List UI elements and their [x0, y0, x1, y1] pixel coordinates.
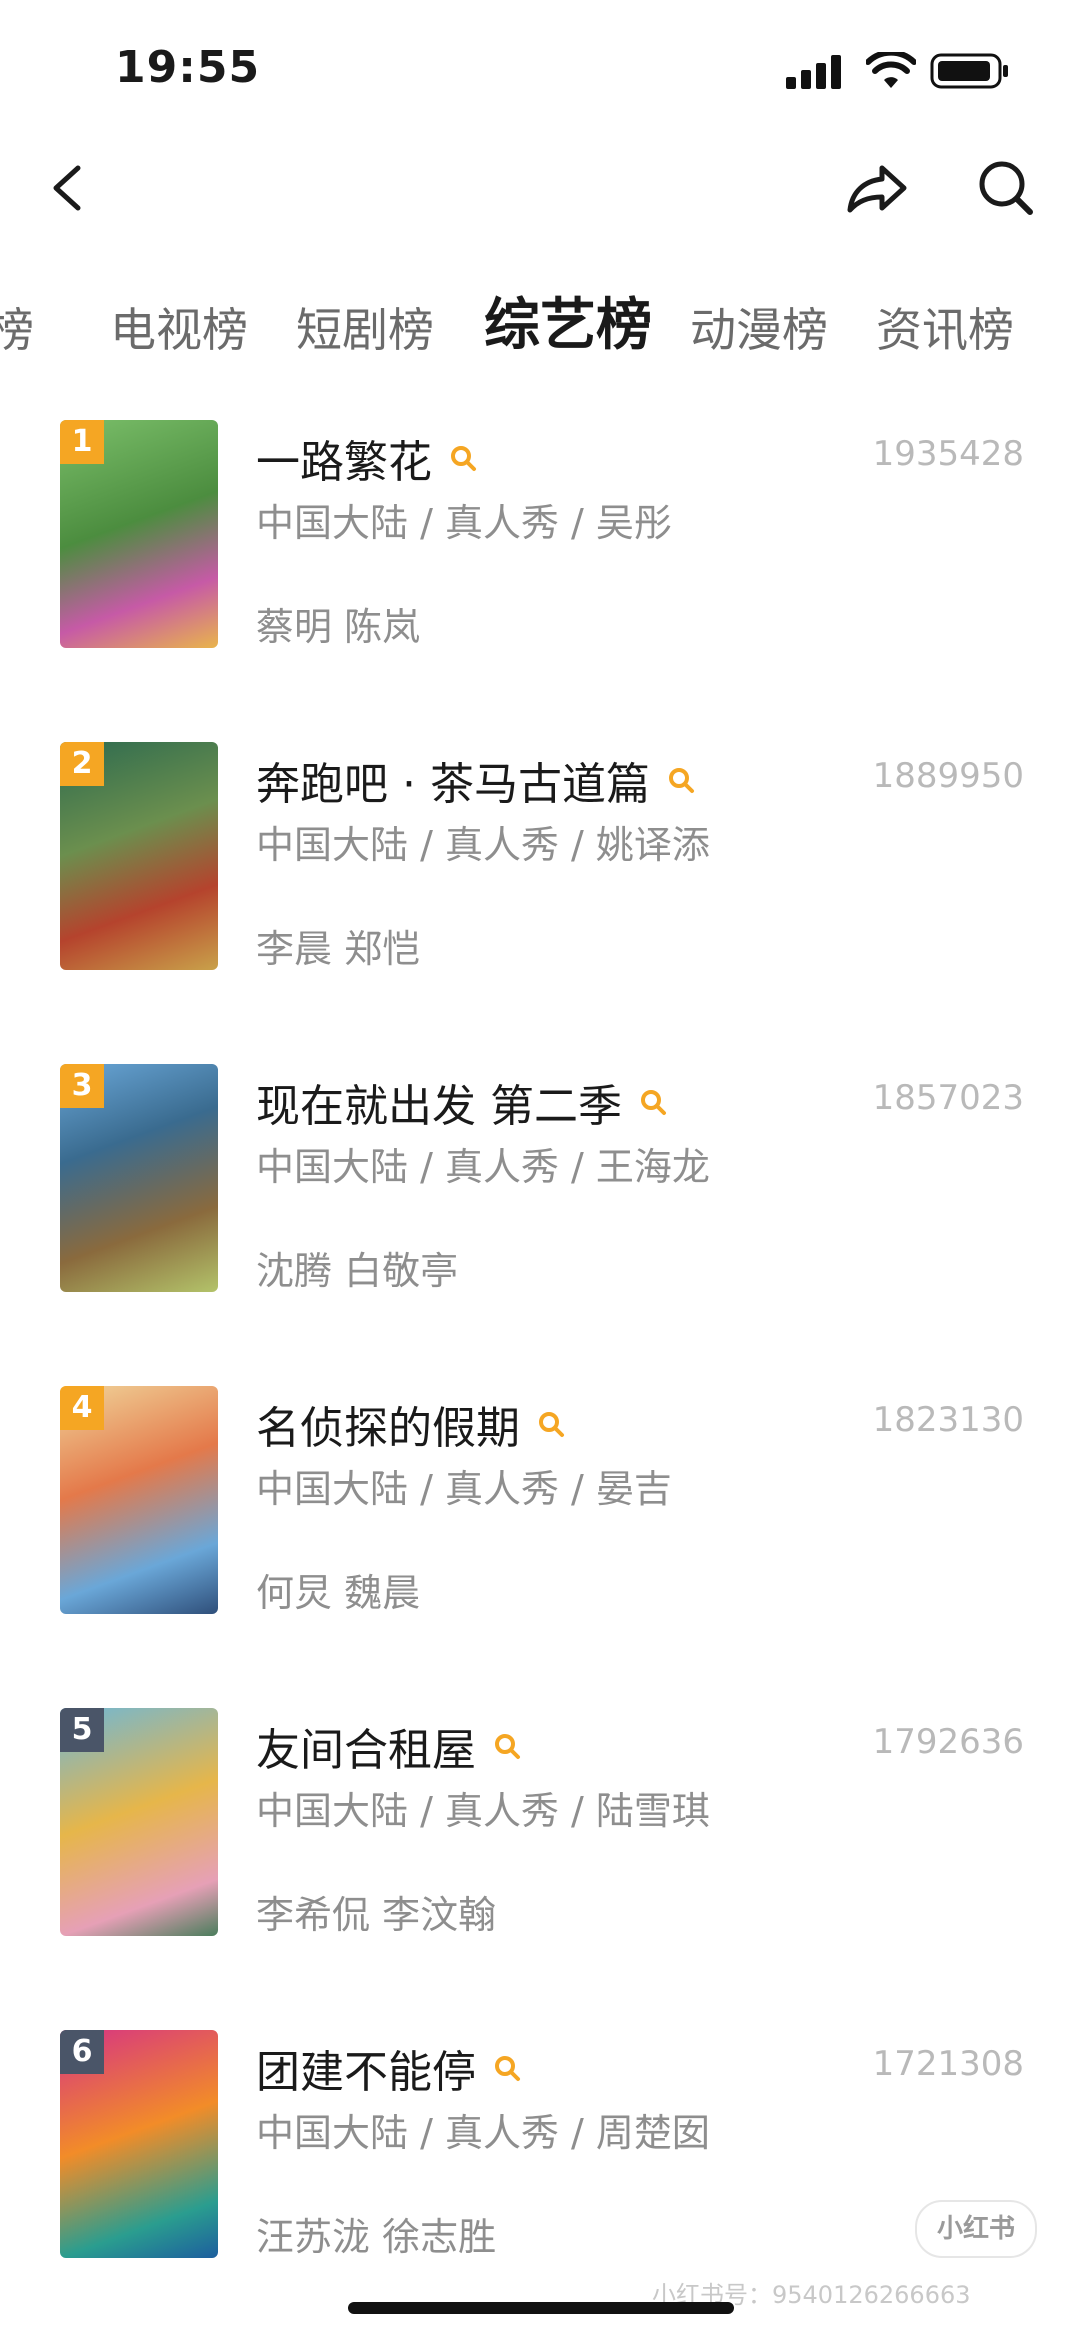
item-cast: 李晨 郑恺 — [256, 927, 421, 971]
item-cast: 沈腾 白敬亭 — [256, 1249, 459, 1293]
search-icon[interactable] — [492, 2053, 522, 2083]
poster-image: 6 — [60, 2030, 218, 2258]
heat-score: 1889950 — [872, 756, 1024, 796]
rank-badge: 2 — [60, 742, 104, 786]
share-icon[interactable] — [838, 148, 918, 228]
item-title: 友间合租屋 — [256, 1725, 476, 1776]
poster-image: 4 — [60, 1386, 218, 1614]
category-tabs: 榜 电视榜 短剧榜 综艺榜 动漫榜 资讯榜 — [0, 290, 1080, 370]
item-title: 现在就出发 第二季 — [256, 1081, 622, 1132]
item-cast: 何炅 魏晨 — [256, 1571, 421, 1615]
item-meta: 中国大陆 / 真人秀 / 王海龙 — [256, 1145, 710, 1189]
rank-badge: 3 — [60, 1064, 104, 1108]
top-nav-bar — [0, 140, 1080, 240]
status-time: 19:55 — [115, 42, 261, 93]
item-title: 一路繁花 — [256, 437, 432, 488]
wifi-icon — [866, 52, 916, 88]
list-item[interactable]: 1 一路繁花 1935428 中国大陆 / 真人秀 / 吴彤 蔡明 陈岚 — [0, 420, 1080, 660]
battery-icon — [930, 53, 1008, 89]
poster-image: 3 — [60, 1064, 218, 1292]
poster-image: 1 — [60, 420, 218, 648]
list-item[interactable]: 3 现在就出发 第二季 1857023 中国大陆 / 真人秀 / 王海龙 沈腾 … — [0, 1064, 1080, 1304]
heat-score: 1823130 — [872, 1400, 1024, 1440]
item-meta: 中国大陆 / 真人秀 / 陆雪琪 — [256, 1789, 710, 1833]
heat-score: 1792636 — [872, 1722, 1024, 1762]
heat-score: 1935428 — [872, 434, 1024, 474]
item-cast: 汪苏泷 徐志胜 — [256, 2215, 497, 2259]
home-indicator[interactable] — [348, 2302, 734, 2314]
item-meta: 中国大陆 / 真人秀 / 吴彤 — [256, 501, 672, 545]
tab-anime[interactable]: 动漫榜 — [690, 290, 828, 370]
list-item[interactable]: 5 友间合租屋 1792636 中国大陆 / 真人秀 / 陆雪琪 李希侃 李汶翰 — [0, 1708, 1080, 1948]
item-meta: 中国大陆 / 真人秀 / 周楚囡 — [256, 2111, 710, 2155]
tab-short-drama[interactable]: 短剧榜 — [296, 290, 434, 370]
rank-badge: 6 — [60, 2030, 104, 2074]
title-row: 友间合租屋 — [256, 1714, 522, 1778]
search-icon[interactable] — [448, 443, 478, 473]
poster-image: 2 — [60, 742, 218, 970]
tab-variety[interactable]: 综艺榜 — [484, 290, 652, 366]
title-row: 一路繁花 — [256, 426, 478, 490]
title-row: 奔跑吧 · 茶马古道篇 — [256, 748, 696, 812]
tab-partial[interactable]: 榜 — [0, 290, 34, 370]
item-meta: 中国大陆 / 真人秀 / 晏吉 — [256, 1467, 672, 1511]
list-item[interactable]: 2 奔跑吧 · 茶马古道篇 1889950 中国大陆 / 真人秀 / 姚译添 李… — [0, 742, 1080, 982]
xiaohongshu-watermark: 小红书 — [915, 2200, 1037, 2258]
item-cast: 李希侃 李汶翰 — [256, 1893, 497, 1937]
item-title: 名侦探的假期 — [256, 1403, 520, 1454]
title-row: 团建不能停 — [256, 2036, 522, 2100]
status-bar: 19:55 — [0, 0, 1080, 130]
cellular-signal-icon — [786, 55, 841, 89]
title-row: 名侦探的假期 — [256, 1392, 566, 1456]
heat-score: 1857023 — [872, 1078, 1024, 1118]
search-icon[interactable] — [492, 1731, 522, 1761]
heat-score: 1721308 — [872, 2044, 1024, 2084]
item-title: 奔跑吧 · 茶马古道篇 — [256, 759, 650, 810]
rank-badge: 4 — [60, 1386, 104, 1430]
rank-badge: 5 — [60, 1708, 104, 1752]
tab-news[interactable]: 资讯榜 — [876, 290, 1014, 370]
chevron-left-icon[interactable] — [40, 148, 100, 228]
rank-badge: 1 — [60, 420, 104, 464]
item-cast: 蔡明 陈岚 — [256, 605, 421, 649]
item-meta: 中国大陆 / 真人秀 / 姚译添 — [256, 823, 710, 867]
search-icon[interactable] — [966, 148, 1046, 228]
title-row: 现在就出发 第二季 — [256, 1070, 668, 1134]
poster-image: 5 — [60, 1708, 218, 1936]
item-title: 团建不能停 — [256, 2047, 476, 2098]
search-icon[interactable] — [638, 1087, 668, 1117]
list-item[interactable]: 4 名侦探的假期 1823130 中国大陆 / 真人秀 / 晏吉 何炅 魏晨 — [0, 1386, 1080, 1626]
tab-tv[interactable]: 电视榜 — [110, 290, 248, 370]
search-icon[interactable] — [666, 765, 696, 795]
search-icon[interactable] — [536, 1409, 566, 1439]
